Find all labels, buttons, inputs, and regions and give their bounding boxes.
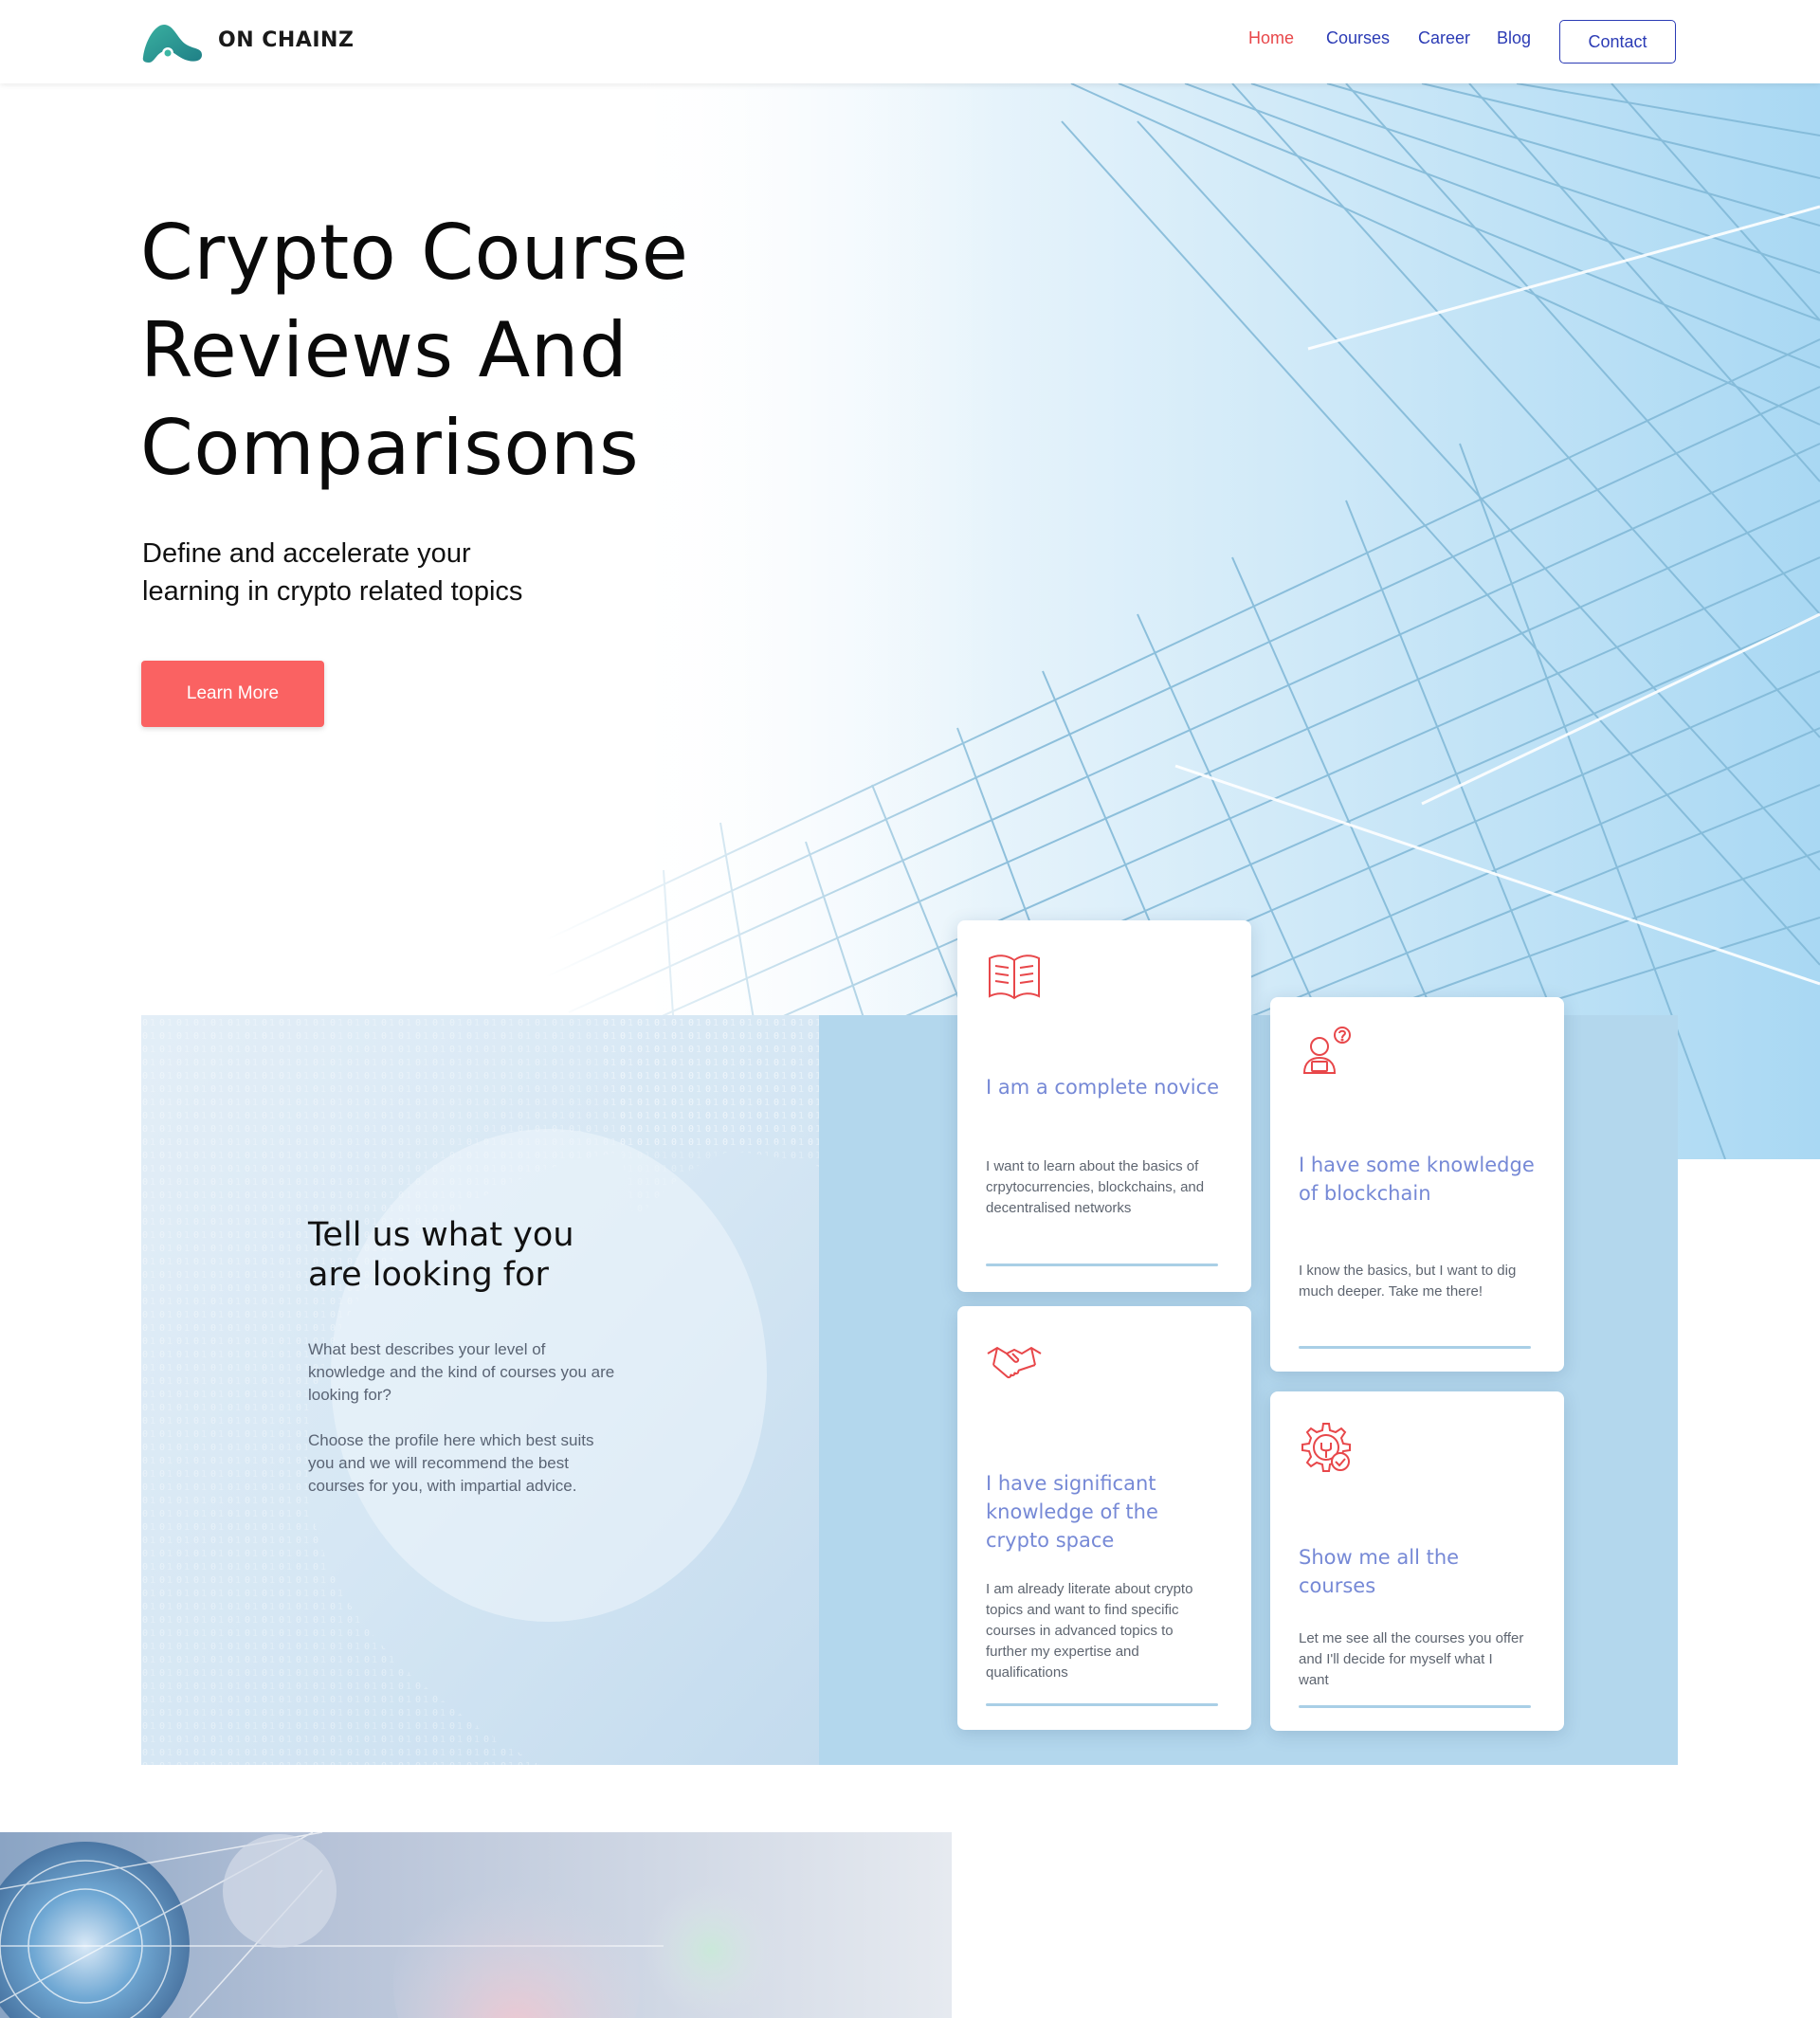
- card-title: I am a complete novice: [986, 1076, 1220, 1099]
- profile-card-all-courses[interactable]: Show me all the courses Let me see all t…: [1270, 1391, 1564, 1731]
- hero-subtitle: Define and accelerate your learning in c…: [142, 535, 578, 610]
- nav-blog[interactable]: Blog: [1497, 28, 1531, 48]
- card-description: I am already literate about crypto topic…: [986, 1581, 1193, 1681]
- card-title: I have some knowledge of blockchain: [1299, 1154, 1535, 1205]
- profile-card-significant-knowledge[interactable]: I have significant knowledge of the cryp…: [957, 1306, 1251, 1730]
- nav-home[interactable]: Home: [1248, 28, 1294, 48]
- section-title-line-1: Tell us what you: [308, 1216, 574, 1254]
- section-paragraph-2: Choose the profile here which best suits…: [308, 1431, 594, 1495]
- contact-button[interactable]: Contact: [1559, 20, 1676, 64]
- handshake-icon: [987, 1346, 1042, 1379]
- open-book-icon: [989, 954, 1040, 1000]
- card-title: Show me all the courses: [1299, 1546, 1460, 1597]
- card-description: I know the basics, but I want to dig muc…: [1299, 1263, 1517, 1300]
- hero-title-line-3: Comparisons: [140, 404, 640, 492]
- card-description: Let me see all the courses you offer and…: [1299, 1630, 1524, 1688]
- card-underline: [1299, 1705, 1531, 1708]
- hero-subtitle-line-1: Define and accelerate your: [142, 538, 471, 569]
- section-paragraph-1: What best describes your level of knowle…: [308, 1340, 615, 1404]
- nav-courses[interactable]: Courses: [1326, 28, 1390, 48]
- profile-card-novice[interactable]: I am a complete novice I want to learn a…: [957, 920, 1251, 1292]
- section-title-line-2: are looking for: [308, 1256, 549, 1294]
- learn-more-button[interactable]: Learn More: [141, 661, 324, 727]
- profile-card-some-knowledge[interactable]: I have some knowledge of blockchain I kn…: [1270, 997, 1564, 1372]
- brand-logo-icon[interactable]: [141, 21, 204, 63]
- gear-check-icon: [1301, 1423, 1351, 1472]
- section-title: Tell us what you are looking for: [308, 1215, 687, 1295]
- card-underline: [986, 1264, 1218, 1266]
- nav-career[interactable]: Career: [1418, 28, 1470, 48]
- card-underline: [1299, 1346, 1531, 1349]
- card-underline: [986, 1703, 1218, 1706]
- site-header: ON CHAINZ Home Courses Career Blog Conta…: [0, 0, 1820, 83]
- card-title: I have significant knowledge of the cryp…: [986, 1472, 1158, 1552]
- card-description: I want to learn about the basics of crpy…: [986, 1158, 1205, 1216]
- hero-subtitle-line-2: learning in crypto related topics: [142, 576, 523, 607]
- person-question-icon: [1302, 1027, 1351, 1074]
- brand-name[interactable]: ON CHAINZ: [218, 28, 354, 52]
- hero-title: Crypto Course Reviews And Comparisons: [140, 204, 880, 497]
- hero-title-line-1: Crypto Course: [140, 209, 689, 297]
- hero-title-line-2: Reviews And: [140, 306, 628, 394]
- bottom-tech-image: [0, 1832, 952, 2018]
